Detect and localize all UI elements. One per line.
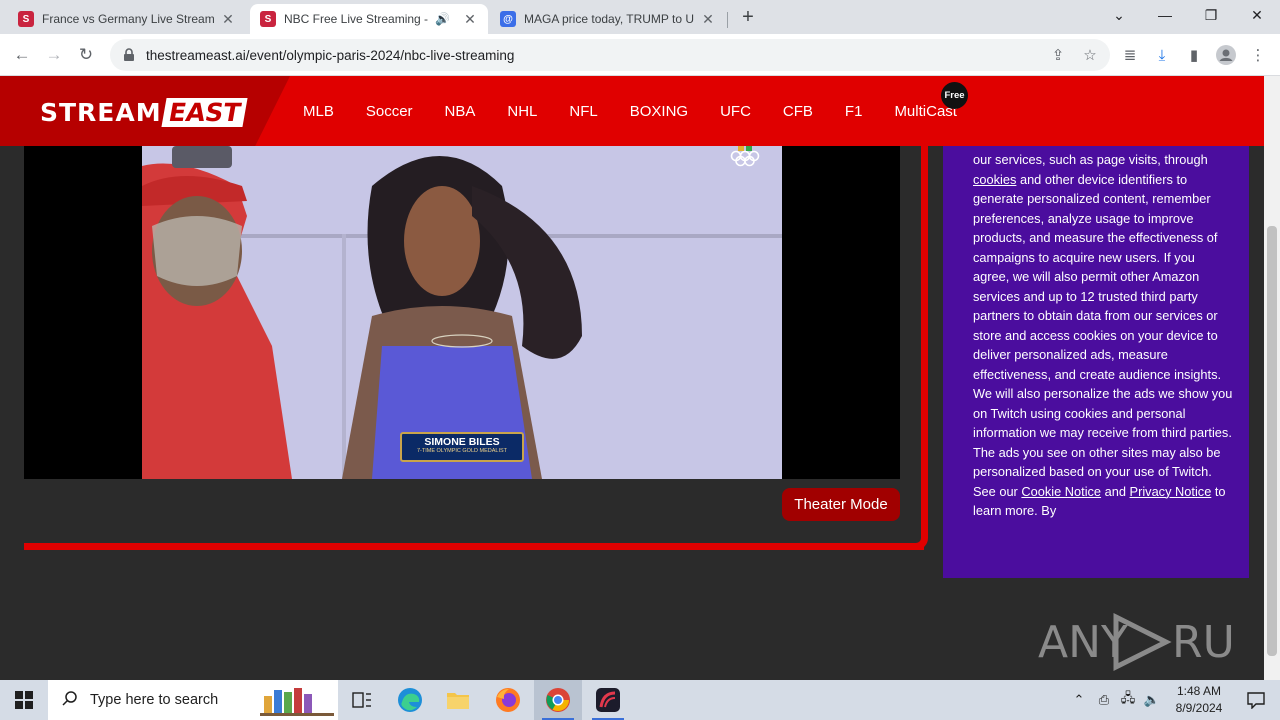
athlete-subtitle: 7-TIME OLYMPIC GOLD MEDALIST — [416, 448, 508, 454]
share-icon[interactable]: ⇪ — [1046, 43, 1070, 67]
system-tray: ⌃ ⎙ 🖧 🔈 — [1070, 680, 1164, 720]
video-frame[interactable]: SIMONE BILES 7-TIME OLYMPIC GOLD MEDALIS… — [142, 146, 782, 479]
minimize-button[interactable]: — — [1142, 0, 1188, 30]
firefox-icon[interactable] — [484, 680, 532, 720]
notifications-icon[interactable] — [1232, 680, 1280, 720]
nav-nhl[interactable]: NHL — [507, 103, 537, 120]
close-window-button[interactable]: ✕ — [1234, 0, 1280, 30]
video-player[interactable]: SIMONE BILES 7-TIME OLYMPIC GOLD MEDALIS… — [24, 146, 900, 479]
free-badge: Free — [941, 82, 968, 109]
anyrun-watermark: ANY RUN — [1038, 609, 1238, 674]
lower-third-caption: SIMONE BILES 7-TIME OLYMPIC GOLD MEDALIS… — [400, 432, 524, 462]
cookie-text-part: and other device identifiers to generate… — [973, 171, 1233, 499]
site-header: STREAM EAST MLB Soccer NBA NHL NFL BOXIN… — [0, 76, 1264, 146]
svg-text:RUN: RUN — [1172, 617, 1238, 668]
edge-browser-icon[interactable] — [386, 680, 434, 720]
decorative-frame-bottom — [24, 543, 924, 550]
nav-cfb[interactable]: CFB — [783, 103, 813, 120]
new-tab-button[interactable]: + — [736, 6, 760, 30]
tab-separator — [727, 12, 728, 28]
close-tab-icon[interactable]: ✕ — [220, 11, 236, 28]
tab-title: France vs Germany Live Streamin — [42, 12, 214, 26]
camera-device-icon[interactable]: ⎙ — [1092, 692, 1116, 708]
streameast-favicon-icon: S — [260, 11, 276, 27]
books-decoration-icon — [260, 686, 334, 720]
browser-toolbar: ← → ↻ thestreameast.ai/event/olympic-par… — [0, 34, 1280, 76]
taskbar-search-box[interactable]: Type here to search — [48, 680, 338, 720]
nav-nfl[interactable]: NFL — [569, 103, 597, 120]
network-icon[interactable]: 🖧 — [1116, 689, 1140, 711]
nav-ufc[interactable]: UFC — [720, 103, 751, 120]
nav-soccer[interactable]: Soccer — [366, 103, 413, 120]
cookie-text-part: our services, such as page visits, throu… — [973, 152, 1208, 167]
restore-button[interactable]: ❐ — [1188, 0, 1234, 30]
close-tab-icon[interactable]: ✕ — [700, 11, 716, 28]
back-arrow-icon[interactable]: ← — [8, 41, 36, 69]
decorative-frame-right — [916, 146, 928, 550]
download-icon[interactable]: ⤓ — [1150, 43, 1174, 67]
nav-mlb[interactable]: MLB — [303, 103, 334, 120]
athlete-name: SIMONE BILES — [424, 436, 500, 448]
tab-search-chevron-down-icon[interactable]: ⌄ — [1096, 0, 1142, 30]
nav-boxing[interactable]: BOXING — [630, 103, 688, 120]
cookies-link[interactable]: cookies — [973, 172, 1016, 187]
side-panel-icon[interactable]: ▮ — [1182, 43, 1206, 67]
tab-title: NBC Free Live Streaming - S — [284, 12, 430, 26]
streameast-logo[interactable]: STREAM EAST — [40, 97, 248, 127]
show-hidden-icons-chevron-icon[interactable]: ⌃ — [1070, 692, 1088, 708]
search-placeholder: Type here to search — [90, 692, 219, 708]
close-tab-icon[interactable]: ✕ — [462, 11, 478, 28]
nav-nba[interactable]: NBA — [445, 103, 476, 120]
chrome-icon[interactable] — [534, 680, 582, 720]
task-view-icon[interactable] — [338, 680, 386, 720]
coin-favicon-icon: @ — [500, 11, 516, 27]
video-scene-image — [142, 146, 782, 479]
lock-icon[interactable] — [122, 48, 136, 62]
cookie-consent-panel[interactable]: our services, such as page visits, throu… — [943, 146, 1249, 578]
windows-taskbar: Type here to search ⌃ ⎙ 🖧 🔈 1:48 AM 8/9/… — [0, 680, 1280, 720]
media-control-icon[interactable]: ≣ — [1118, 43, 1142, 67]
tab-france-germany[interactable]: S France vs Germany Live Streamin ✕ — [8, 4, 246, 34]
anyrun-app-icon[interactable] — [584, 680, 632, 720]
menu-kebab-icon[interactable]: ⋮ — [1246, 43, 1270, 67]
theater-mode-button[interactable]: Theater Mode — [782, 488, 900, 521]
scrollbar-thumb[interactable] — [1267, 226, 1277, 656]
address-bar[interactable]: thestreameast.ai/event/olympic-paris-202… — [110, 39, 1110, 71]
profile-avatar-icon[interactable] — [1214, 43, 1238, 67]
logo-text-east: EAST — [161, 97, 248, 127]
nav-f1[interactable]: F1 — [845, 103, 863, 120]
privacy-notice-link[interactable]: Privacy Notice — [1130, 484, 1212, 499]
page-scrollbar[interactable] — [1264, 76, 1280, 680]
cookie-notice-link[interactable]: Cookie Notice — [1021, 484, 1101, 499]
browser-tab-strip: S France vs Germany Live Streamin ✕ S NB… — [0, 0, 1280, 34]
windows-start-icon[interactable] — [0, 680, 48, 720]
taskbar-clock[interactable]: 1:48 AM 8/9/2024 — [1160, 683, 1238, 717]
tab-nbc-live[interactable]: S NBC Free Live Streaming - S 🔊 ✕ — [250, 4, 488, 34]
file-explorer-icon[interactable] — [434, 680, 482, 720]
sports-nav: MLB Soccer NBA NHL NFL BOXING UFC CFB F1… — [303, 76, 989, 146]
clock-date: 8/9/2024 — [1175, 701, 1223, 715]
logo-text-stream: STREAM — [40, 97, 162, 127]
url-text: thestreameast.ai/event/olympic-paris-202… — [146, 47, 515, 63]
bookmark-star-icon[interactable]: ☆ — [1078, 43, 1102, 67]
clock-time: 1:48 AM — [1176, 684, 1222, 698]
audio-playing-icon[interactable]: 🔊 — [435, 12, 450, 26]
cookie-text-part: and — [1101, 483, 1130, 499]
streameast-favicon-icon: S — [18, 11, 34, 27]
tab-title: MAGA price today, TRUMP to US — [524, 12, 694, 26]
main-content: SIMONE BILES 7-TIME OLYMPIC GOLD MEDALIS… — [0, 146, 1264, 680]
forward-arrow-icon[interactable]: → — [40, 41, 68, 69]
cookie-consent-text: our services, such as page visits, throu… — [973, 150, 1233, 521]
tab-maga-price[interactable]: @ MAGA price today, TRUMP to US ✕ — [490, 4, 726, 34]
search-icon — [62, 690, 78, 710]
reload-icon[interactable]: ↻ — [72, 41, 100, 69]
